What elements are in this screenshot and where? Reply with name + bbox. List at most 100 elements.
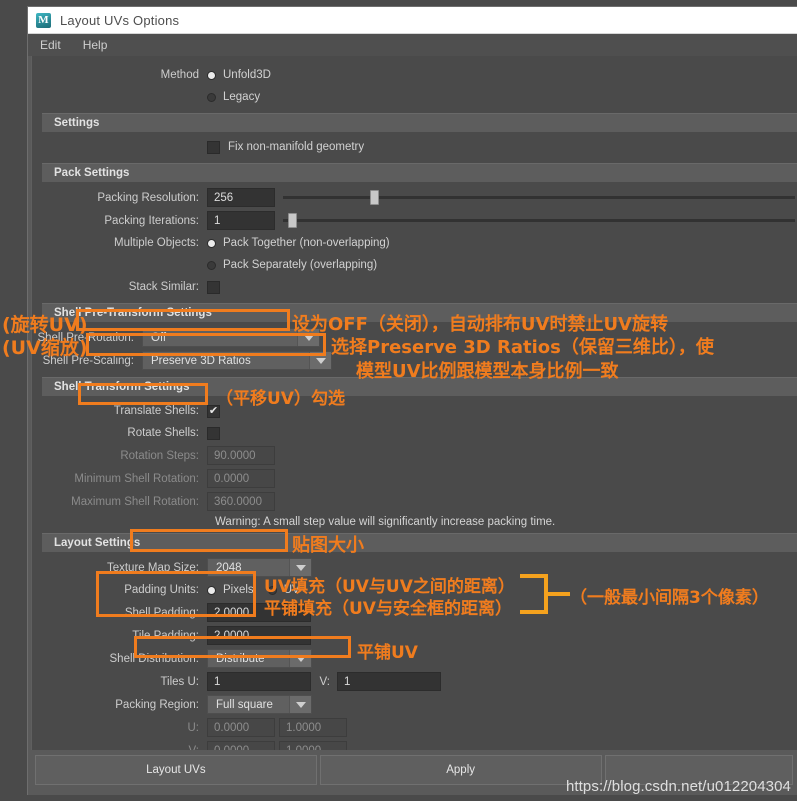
shell-pre-scaling-label: Shell Pre-Scaling: <box>42 354 134 367</box>
max-shell-rotation-input: 360.0000 <box>207 492 275 511</box>
chevron-down-icon[interactable] <box>289 696 311 713</box>
row-stack-similar: Stack Similar: <box>32 276 797 298</box>
chevron-down-icon[interactable] <box>289 559 311 576</box>
tile-padding-label: Tile Padding: <box>132 629 199 642</box>
shell-distribution-value: Distribute <box>216 652 265 665</box>
tiles-v-input[interactable]: 1 <box>337 672 441 691</box>
row-tile-padding: Tile Padding: 2.0000 <box>32 624 797 647</box>
checkbox-rotate-shells[interactable] <box>207 426 220 440</box>
menu-edit[interactable]: Edit <box>36 37 65 53</box>
packing-iterations-slider[interactable] <box>283 211 795 230</box>
row-shell-pre-rotation: Shell Pre-Rotation: Off <box>32 326 797 349</box>
radio-label-uv: UV <box>283 584 300 596</box>
radio-padding-units-uv[interactable] <box>267 585 277 595</box>
window-titlebar: M Layout UVs Options <box>28 7 797 34</box>
combo-texture-map-size[interactable]: 2048 <box>207 558 312 577</box>
menubar: Edit Help <box>28 34 797 56</box>
radio-pack-together[interactable] <box>207 238 216 248</box>
row-texture-map-size: Texture Map Size: 2048 <box>32 556 797 579</box>
multiple-objects-label: Multiple Objects: <box>113 237 199 249</box>
section-layout-settings: Layout Settings <box>42 533 797 552</box>
region-v-max-input: 1.0000 <box>279 741 347 750</box>
translate-shells-label: Translate Shells: <box>113 405 199 417</box>
tiles-u-input[interactable]: 1 <box>207 672 311 691</box>
options-content: Method Unfold3D Legacy Settings Fix non-… <box>32 56 797 750</box>
row-tiles: Tiles U: 1 V: 1 <box>32 670 797 693</box>
checkbox-fix-non-manifold[interactable] <box>207 140 220 154</box>
slider-thumb-resolution[interactable] <box>370 190 380 205</box>
shell-pre-scaling-value: Preserve 3D Ratios <box>151 354 251 367</box>
layout-uvs-button[interactable]: Layout UVs <box>35 755 317 785</box>
combo-shell-pre-scaling[interactable]: Preserve 3D Ratios <box>142 351 332 370</box>
row-region-v: V: 0.0000 1.0000 <box>32 739 797 750</box>
radio-label-legacy: Legacy <box>223 91 261 103</box>
options-body: Method Unfold3D Legacy Settings Fix non-… <box>31 56 797 750</box>
radio-method-legacy[interactable] <box>207 92 216 102</box>
menu-help[interactable]: Help <box>79 37 112 53</box>
region-u-min-input: 0.0000 <box>207 718 275 737</box>
screen-root: M Layout UVs Options Edit Help Method Un… <box>0 0 797 801</box>
maya-logo-icon: M <box>36 12 51 28</box>
row-fix-non-manifold: Fix non-manifold geometry <box>32 136 797 158</box>
radio-label-unfold3d: Unfold3D <box>223 69 271 81</box>
rotation-steps-label: Rotation Steps: <box>120 449 199 462</box>
packing-resolution-slider[interactable] <box>283 188 795 207</box>
max-shell-rotation-label: Maximum Shell Rotation: <box>71 495 199 508</box>
radio-label-pixels: Pixels <box>223 584 254 596</box>
radio-padding-units-pixels[interactable] <box>207 585 216 595</box>
row-max-shell-rotation: Maximum Shell Rotation: 360.0000 <box>32 490 797 513</box>
combo-shell-pre-rotation[interactable]: Off <box>142 328 320 347</box>
combo-shell-distribution[interactable]: Distribute <box>207 649 312 668</box>
row-multiple-objects-separately: Pack Separately (overlapping) <box>32 254 797 276</box>
row-multiple-objects-together: Multiple Objects: Pack Together (non-ove… <box>32 232 797 254</box>
tiles-v-label: V: <box>319 675 330 688</box>
packing-iterations-input[interactable]: 1 <box>207 211 275 230</box>
radio-method-unfold3d[interactable] <box>207 70 216 80</box>
radio-pack-separately[interactable] <box>207 260 216 270</box>
slider-thumb-iterations[interactable] <box>288 213 298 228</box>
stack-similar-label: Stack Similar: <box>128 281 199 293</box>
combo-packing-region[interactable]: Full square <box>207 695 312 714</box>
chevron-down-icon[interactable] <box>309 352 331 369</box>
section-pack-settings: Pack Settings <box>42 163 797 182</box>
packing-region-value: Full square <box>216 698 273 711</box>
section-shell-pre-transform: Shell Pre-Transform Settings <box>42 303 797 322</box>
fix-non-manifold-label: Fix non-manifold geometry <box>228 141 365 153</box>
shell-pre-rotation-value: Off <box>151 331 167 344</box>
row-method-unfold3d: Method Unfold3D <box>32 64 797 86</box>
rotation-warning-text: Warning: A small step value will signifi… <box>215 516 556 528</box>
rotate-shells-label: Rotate Shells: <box>127 427 199 439</box>
row-padding-units: Padding Units: Pixels UV <box>32 579 797 601</box>
layout-uvs-options-window: M Layout UVs Options Edit Help Method Un… <box>27 6 797 795</box>
shell-padding-input[interactable]: 2.0000 <box>207 603 311 622</box>
packing-resolution-input[interactable]: 256 <box>207 188 275 207</box>
watermark-text: https://blog.csdn.net/u012204304 <box>565 778 791 795</box>
chevron-down-icon[interactable] <box>289 650 311 667</box>
slider-track-line <box>283 219 795 222</box>
texture-map-size-value: 2048 <box>216 561 242 574</box>
row-shell-distribution: Shell Distribution: Distribute <box>32 647 797 670</box>
checkbox-translate-shells[interactable] <box>207 404 220 418</box>
packing-region-label: Packing Region: <box>115 698 199 711</box>
region-u-max-input: 1.0000 <box>279 718 347 737</box>
region-v-min-input: 0.0000 <box>207 741 275 750</box>
radio-label-pack-separately: Pack Separately (overlapping) <box>223 259 378 271</box>
window-title: Layout UVs Options <box>60 12 180 28</box>
rotation-steps-input: 90.0000 <box>207 446 275 465</box>
packing-resolution-label: Packing Resolution: <box>97 191 199 204</box>
row-method-legacy: Legacy <box>32 86 797 108</box>
padding-units-label: Padding Units: <box>124 584 199 596</box>
checkbox-stack-similar[interactable] <box>207 280 220 294</box>
chevron-down-icon[interactable] <box>297 329 319 346</box>
shell-pre-rotation-label: Shell Pre-Rotation: <box>37 331 134 344</box>
packing-iterations-label: Packing Iterations: <box>104 214 199 227</box>
section-shell-transform: Shell Transform Settings <box>42 377 797 396</box>
region-v-label: V: <box>32 745 207 751</box>
section-settings: Settings <box>42 113 797 132</box>
region-u-label: U: <box>187 721 200 734</box>
row-shell-pre-scaling: Shell Pre-Scaling: Preserve 3D Ratios <box>32 349 797 372</box>
row-translate-shells: Translate Shells: <box>32 400 797 422</box>
apply-button[interactable]: Apply <box>319 755 602 785</box>
tile-padding-input[interactable]: 2.0000 <box>207 626 311 645</box>
method-label: Method <box>160 69 199 81</box>
